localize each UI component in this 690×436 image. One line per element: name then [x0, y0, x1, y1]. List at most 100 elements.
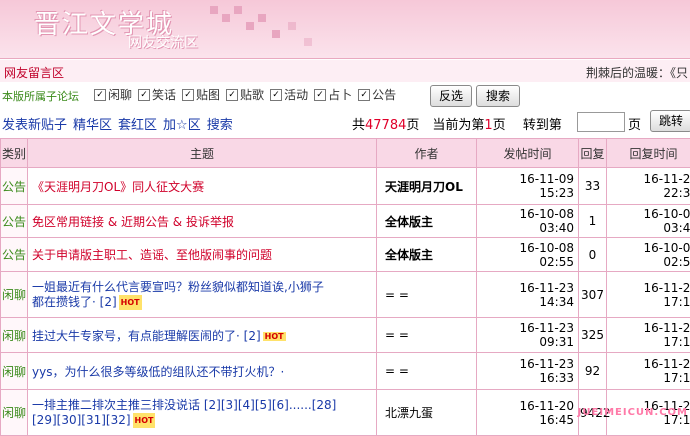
filter-announcements[interactable]: ✓公告 [358, 86, 396, 103]
row-replies: 325 [579, 318, 607, 353]
filter-bar: 本版所属子论坛 ✓闲聊 ✓笑话 ✓贴图 ✓贴歌 ✓活动 ✓占卜 ✓公告 反选 搜… [0, 82, 690, 109]
filter-songs[interactable]: ✓贴歌 [226, 86, 264, 103]
thread-title-link[interactable]: 一姐最近有什么代言要宣吗？粉丝貌似都知道诶,小狮子都在攒钱了· [32, 280, 324, 309]
row-topic: 《天涯明月刀OL》同人征文大赛 [28, 168, 377, 205]
row-topic: 一排主推二排次主推三排没说话 [2][3][4][5][6]......[28]… [28, 390, 377, 436]
banner-decoration [304, 38, 312, 46]
row-topic: 关于申请版主职工、造谣、至他版闹事的问题 [28, 238, 377, 272]
filter-divination[interactable]: ✓占卜 [314, 86, 352, 103]
table-row: 闲聊 yys，为什么很多等级低的组队还不带打火机？· = = 16-11-231… [1, 353, 690, 390]
row-author[interactable]: 天涯明月刀OL [377, 168, 477, 205]
banner-decoration [288, 22, 296, 30]
banner-decoration [258, 14, 266, 22]
checkbox[interactable]: ✓ [182, 89, 194, 101]
banner-decoration [246, 22, 254, 30]
hot-badge: HOT [133, 413, 156, 428]
row-category: 闲聊 [1, 272, 28, 318]
checkbox[interactable]: ✓ [358, 89, 370, 101]
goto-page-input[interactable] [577, 112, 625, 132]
filter-events[interactable]: ✓活动 [270, 86, 308, 103]
row-author[interactable]: 全体版主 [377, 205, 477, 238]
invert-selection-button[interactable]: 反选 [430, 85, 472, 107]
row-replies: 307 [579, 272, 607, 318]
table-row: 公告 免区常用链接 & 近期公告 & 投诉举报 全体版主 16-10-0803:… [1, 205, 690, 238]
navigation-bar: 发表新贴子 精华区 套红区 加☆区 搜索 共47784页 当前为第1页 转到第 … [0, 108, 690, 136]
row-replies: 33 [579, 168, 607, 205]
row-post-time: 16-11-2309:31 [477, 318, 579, 353]
row-reply-time: 16-10-0803:45 [607, 205, 690, 238]
sub-forum-label: 本版所属子论坛 [2, 88, 79, 104]
column-header-reply-time: 回复时间 [607, 139, 690, 168]
row-post-time: 16-11-0915:23 [477, 168, 579, 205]
row-replies: 1 [579, 205, 607, 238]
highlighted-link[interactable]: 套红区 [118, 114, 157, 133]
row-category: 公告 [1, 238, 28, 272]
filter-jokes[interactable]: ✓笑话 [138, 86, 176, 103]
column-header-category: 类别 [1, 139, 28, 168]
checkbox[interactable]: ✓ [226, 89, 238, 101]
site-banner: 晋江文学城 网友交流区 [0, 0, 690, 59]
filter-chat[interactable]: ✓闲聊 [94, 86, 132, 103]
page-unit-label: 页 [628, 114, 641, 133]
row-author[interactable]: 北漂九蛋 [377, 390, 477, 436]
table-row: 公告 关于申请版主职工、造谣、至他版闹事的问题 全体版主 16-10-0802:… [1, 238, 690, 272]
hot-badge: HOT [263, 332, 286, 341]
thread-title-link[interactable]: yys，为什么很多等级低的组队还不带打火机？· [32, 365, 284, 379]
row-replies: 92 [579, 353, 607, 390]
row-reply-time: 16-11-2317:14 [607, 353, 690, 390]
row-author[interactable]: = = [377, 272, 477, 318]
thread-title-link[interactable]: 挂过大牛专家号，有点能理解医闹的了· [32, 329, 240, 343]
board-nav-links: 发表新贴子 精华区 套红区 加☆区 搜索 [2, 114, 233, 133]
board-name[interactable]: 网友留言区 [4, 64, 64, 81]
table-row: 闲聊 挂过大牛专家号，有点能理解医闹的了· [2]HOT = = 16-11-2… [1, 318, 690, 353]
row-post-time: 16-10-0802:55 [477, 238, 579, 272]
thread-table: 类别 主题 作者 发帖时间 回复 回复时间 公告 《天涯明月刀OL》同人征文大赛… [0, 138, 690, 436]
thread-title-link[interactable]: 《天涯明月刀OL》同人征文大赛 [32, 180, 204, 194]
row-author[interactable]: 全体版主 [377, 238, 477, 272]
marquee-announcement[interactable]: 荆棘后的温暖：《只 [586, 64, 688, 81]
row-author[interactable]: = = [377, 353, 477, 390]
row-author[interactable]: = = [377, 318, 477, 353]
featured-link[interactable]: 精华区 [73, 114, 112, 133]
row-post-time: 16-11-2316:33 [477, 353, 579, 390]
page-links[interactable]: [2][3][4][5][6]......[28] [204, 398, 337, 412]
row-category: 闲聊 [1, 318, 28, 353]
row-reply-time: 16-11-2317:14 [607, 272, 690, 318]
search-link[interactable]: 搜索 [207, 114, 233, 133]
row-reply-time: 16-11-2317:14 [607, 318, 690, 353]
row-topic: 一姐最近有什么代言要宣吗？粉丝貌似都知道诶,小狮子都在攒钱了· [2]HOT [28, 272, 377, 318]
row-post-time: 16-11-2016:45 [477, 390, 579, 436]
checkbox[interactable]: ✓ [270, 89, 282, 101]
thread-title-link[interactable]: 一排主推二排次主推三排没说话 [32, 398, 200, 412]
jump-button[interactable]: 跳转 [650, 110, 690, 132]
sub-forum-checkboxes: ✓闲聊 ✓笑话 ✓贴图 ✓贴歌 ✓活动 ✓占卜 ✓公告 [94, 86, 396, 103]
row-category: 公告 [1, 205, 28, 238]
banner-decoration [222, 14, 230, 22]
new-post-link[interactable]: 发表新贴子 [2, 114, 67, 133]
goto-label: 转到第 [523, 118, 562, 133]
column-header-replies: 回复 [579, 139, 607, 168]
banner-decoration [210, 6, 218, 14]
row-topic: yys，为什么很多等级低的组队还不带打火机？· [28, 353, 377, 390]
banner-decoration [234, 6, 242, 14]
row-replies: 0 [579, 238, 607, 272]
row-reply-time: 16-10-0802:55 [607, 238, 690, 272]
checkbox[interactable]: ✓ [314, 89, 326, 101]
checkbox[interactable]: ✓ [94, 89, 106, 101]
row-reply-time: 16-11-2222:39 [607, 168, 690, 205]
row-topic: 免区常用链接 & 近期公告 & 投诉举报 [28, 205, 377, 238]
filter-images[interactable]: ✓贴图 [182, 86, 220, 103]
thread-title-link[interactable]: 关于申请版主职工、造谣、至他版闹事的问题 [32, 248, 272, 262]
thread-title-link[interactable]: 免区常用链接 & 近期公告 & 投诉举报 [32, 215, 234, 229]
page-link[interactable]: [2] [244, 329, 261, 343]
starred-link[interactable]: 加☆区 [163, 114, 201, 133]
page-link[interactable]: [2] [100, 295, 117, 309]
checkbox[interactable]: ✓ [138, 89, 150, 101]
column-header-topic: 主题 [28, 139, 377, 168]
row-post-time: 16-10-0803:40 [477, 205, 579, 238]
column-header-author: 作者 [377, 139, 477, 168]
hot-badge: HOT [119, 295, 142, 310]
row-category: 公告 [1, 168, 28, 205]
search-button[interactable]: 搜索 [476, 85, 520, 107]
site-watermark: JUEIMEICUN.COM [578, 407, 688, 418]
